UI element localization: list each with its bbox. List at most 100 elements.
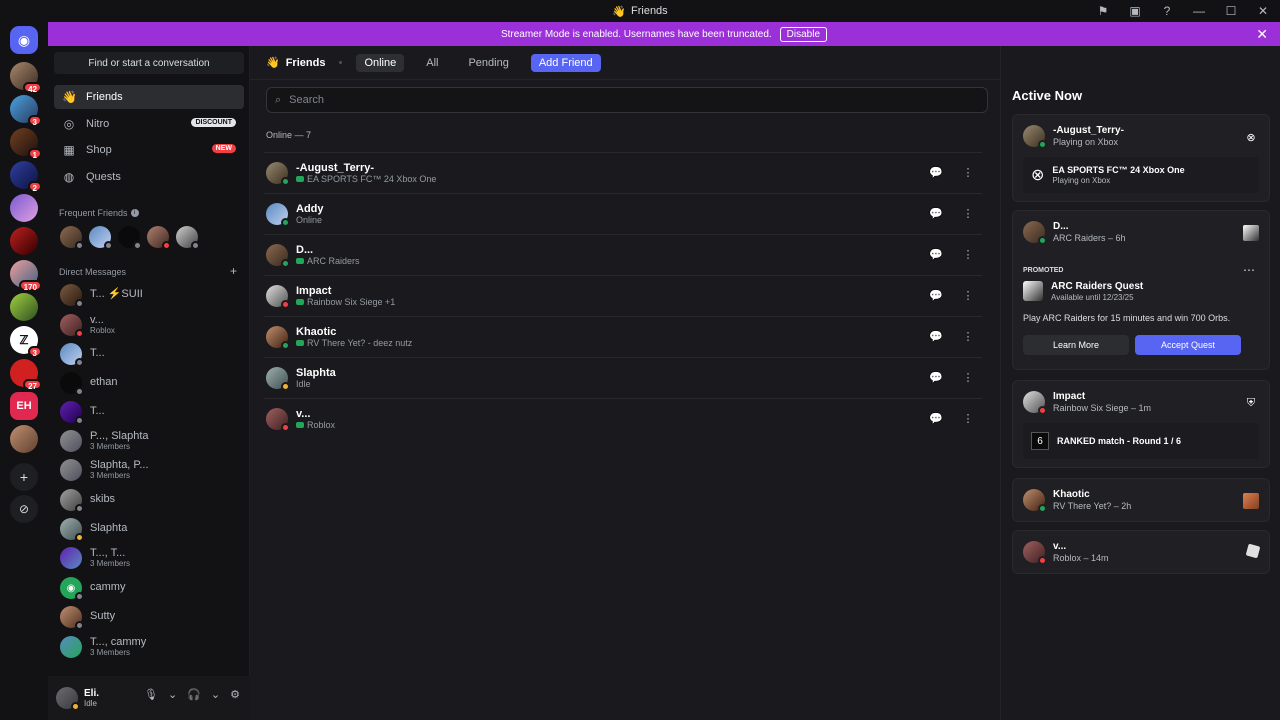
message-icon[interactable]: 💬 <box>928 328 944 344</box>
dm-item[interactable]: T... <box>54 340 244 368</box>
activity-card[interactable]: D... ARC Raiders – 6h PROMOTED ⋯ ARC Raid… <box>1012 210 1270 370</box>
message-icon[interactable]: 💬 <box>928 246 944 262</box>
learn-more-button[interactable]: Learn More <box>1023 335 1129 355</box>
minimize-button[interactable]: — <box>1190 2 1208 20</box>
avatar <box>1023 541 1047 565</box>
tab-pending[interactable]: Pending <box>460 54 516 72</box>
group-avatar <box>60 459 82 481</box>
avatar <box>1023 221 1047 245</box>
frequent-friend-avatar[interactable] <box>118 226 142 250</box>
frequent-friend-avatar[interactable] <box>60 226 84 250</box>
more-icon[interactable]: ⋮ <box>960 287 976 303</box>
friends-icon: 👋 <box>612 5 626 18</box>
more-icon[interactable]: ⋮ <box>960 164 976 180</box>
disable-streamer-button[interactable]: Disable <box>779 26 828 42</box>
friend-row[interactable]: D... ARC Raiders 💬 ⋮ <box>264 234 982 275</box>
dm-item[interactable]: v... Roblox <box>54 311 244 339</box>
server-icon[interactable] <box>10 425 38 453</box>
activity-card[interactable]: Khaotic RV There Yet? – 2h <box>1012 478 1270 522</box>
game-controller-icon <box>296 340 304 347</box>
add-server-icon[interactable]: + <box>10 463 38 491</box>
info-icon[interactable]: i <box>130 209 139 217</box>
dm-item[interactable]: T..., T... 3 Members <box>54 544 244 572</box>
message-icon[interactable]: 💬 <box>928 164 944 180</box>
close-window-button[interactable]: ✕ <box>1254 2 1272 20</box>
dm-item[interactable]: skibs <box>54 486 244 514</box>
discord-home-button[interactable]: ◉ <box>10 26 38 54</box>
message-icon[interactable]: 💬 <box>928 369 944 385</box>
friend-row[interactable]: Addy Online 💬 ⋮ <box>264 193 982 234</box>
chevron-down-icon[interactable]: ⌄ <box>168 688 177 701</box>
dm-item[interactable]: Sutty <box>54 603 244 631</box>
frequent-friend-avatar[interactable] <box>147 226 171 250</box>
server-icon[interactable]: 27 <box>10 359 42 391</box>
server-icon[interactable]: EH <box>10 392 38 420</box>
friend-row[interactable]: Slaphta Idle 💬 ⋮ <box>264 357 982 398</box>
message-icon[interactable]: 💬 <box>928 205 944 221</box>
new-badge: NEW <box>211 144 236 153</box>
server-icon[interactable]: 170 <box>10 260 42 292</box>
nav-nitro[interactable]: ◎ Nitro DISCOUNT <box>54 112 244 136</box>
rainbow-six-icon: 6 <box>1031 432 1049 450</box>
avatar <box>60 606 84 630</box>
close-icon[interactable]: ✕ <box>1256 26 1268 43</box>
message-icon[interactable]: 💬 <box>928 410 944 426</box>
server-icon[interactable] <box>10 293 38 321</box>
nav-friends[interactable]: 👋 Friends <box>54 85 244 109</box>
message-icon[interactable]: 💬 <box>928 287 944 303</box>
server-icon[interactable]: 3 <box>10 95 42 127</box>
activity-card[interactable]: -August_Terry- Playing on Xbox ⊗ ⊗ EA SPO… <box>1012 114 1270 202</box>
discover-icon[interactable]: ⊘ <box>10 495 38 523</box>
dm-item[interactable]: T..., cammy 3 Members <box>54 633 244 661</box>
friend-row[interactable]: v... Roblox 💬 ⋮ <box>264 398 982 439</box>
friend-row[interactable]: -August_Terry- EA SPORTS FC™ 24 Xbox One … <box>264 152 982 193</box>
find-conversation-button[interactable]: Find or start a conversation <box>54 52 244 74</box>
friends-search-input[interactable]: ⌕ Search <box>266 87 988 113</box>
server-icon[interactable]: 1 <box>10 128 42 160</box>
shop-icon: ▦ <box>63 143 75 157</box>
dm-item[interactable]: Slaphta, P... 3 Members <box>54 456 244 484</box>
frequent-friend-avatar[interactable] <box>176 226 200 250</box>
more-icon[interactable]: ⋮ <box>960 410 976 426</box>
dm-item[interactable]: T... <box>54 398 244 426</box>
avatar <box>60 518 84 542</box>
tab-all[interactable]: All <box>418 54 446 72</box>
server-icon[interactable] <box>10 227 38 255</box>
create-dm-icon[interactable]: + <box>230 264 237 278</box>
accept-quest-button[interactable]: Accept Quest <box>1135 335 1241 355</box>
frequent-friend-avatar[interactable] <box>89 226 113 250</box>
dm-item[interactable]: P..., Slaphta 3 Members <box>54 427 244 455</box>
more-icon[interactable]: ⋮ <box>960 246 976 262</box>
user-avatar[interactable] <box>56 687 80 711</box>
add-friend-button[interactable]: Add Friend <box>530 53 601 72</box>
activity-card[interactable]: Impact Rainbow Six Siege – 1m ⛨ 6 RANKED … <box>1012 380 1270 468</box>
maximize-button[interactable]: ☐ <box>1222 2 1240 20</box>
more-icon[interactable]: ⋮ <box>960 205 976 221</box>
inbox-icon[interactable]: ⚑ <box>1094 2 1112 20</box>
friend-row[interactable]: Impact Rainbow Six Siege +1 💬 ⋮ <box>264 275 982 316</box>
headphones-icon[interactable]: 🎧 <box>187 688 201 701</box>
streamer-icon[interactable]: ▣ <box>1126 2 1144 20</box>
tab-online[interactable]: Online <box>356 53 405 72</box>
dm-item[interactable]: Slaphta <box>54 515 244 543</box>
gear-icon[interactable]: ⚙ <box>230 688 240 701</box>
dm-item[interactable]: ethan <box>54 369 244 397</box>
more-icon[interactable]: ⋮ <box>960 369 976 385</box>
microphone-icon[interactable]: 🎙 <box>144 688 158 701</box>
more-icon[interactable]: ⋮ <box>960 328 976 344</box>
help-icon[interactable]: ? <box>1158 2 1176 20</box>
server-icon[interactable]: 42 <box>10 62 42 94</box>
xbox-icon: ⊗ <box>1246 131 1256 144</box>
activity-card[interactable]: v... Roblox – 14m <box>1012 530 1270 574</box>
nav-quests[interactable]: ◍ Quests <box>54 165 244 189</box>
dm-item[interactable]: T... ⚡SUII <box>54 281 244 309</box>
nav-shop[interactable]: ▦ Shop NEW <box>54 138 244 162</box>
friend-row[interactable]: Khaotic RV There Yet? - deez nutz 💬 ⋮ <box>264 316 982 357</box>
server-icon[interactable]: ℤ3 <box>10 326 42 358</box>
dm-item[interactable]: ◉ cammy <box>54 574 244 602</box>
server-icon[interactable]: 2 <box>10 161 42 193</box>
friends-topnav: 👋Friends Online All Pending Add Friend ✉ <box>250 46 1248 80</box>
server-icon[interactable] <box>10 194 38 222</box>
chevron-down-icon[interactable]: ⌄ <box>211 688 220 701</box>
more-icon[interactable]: ⋯ <box>1243 263 1255 277</box>
